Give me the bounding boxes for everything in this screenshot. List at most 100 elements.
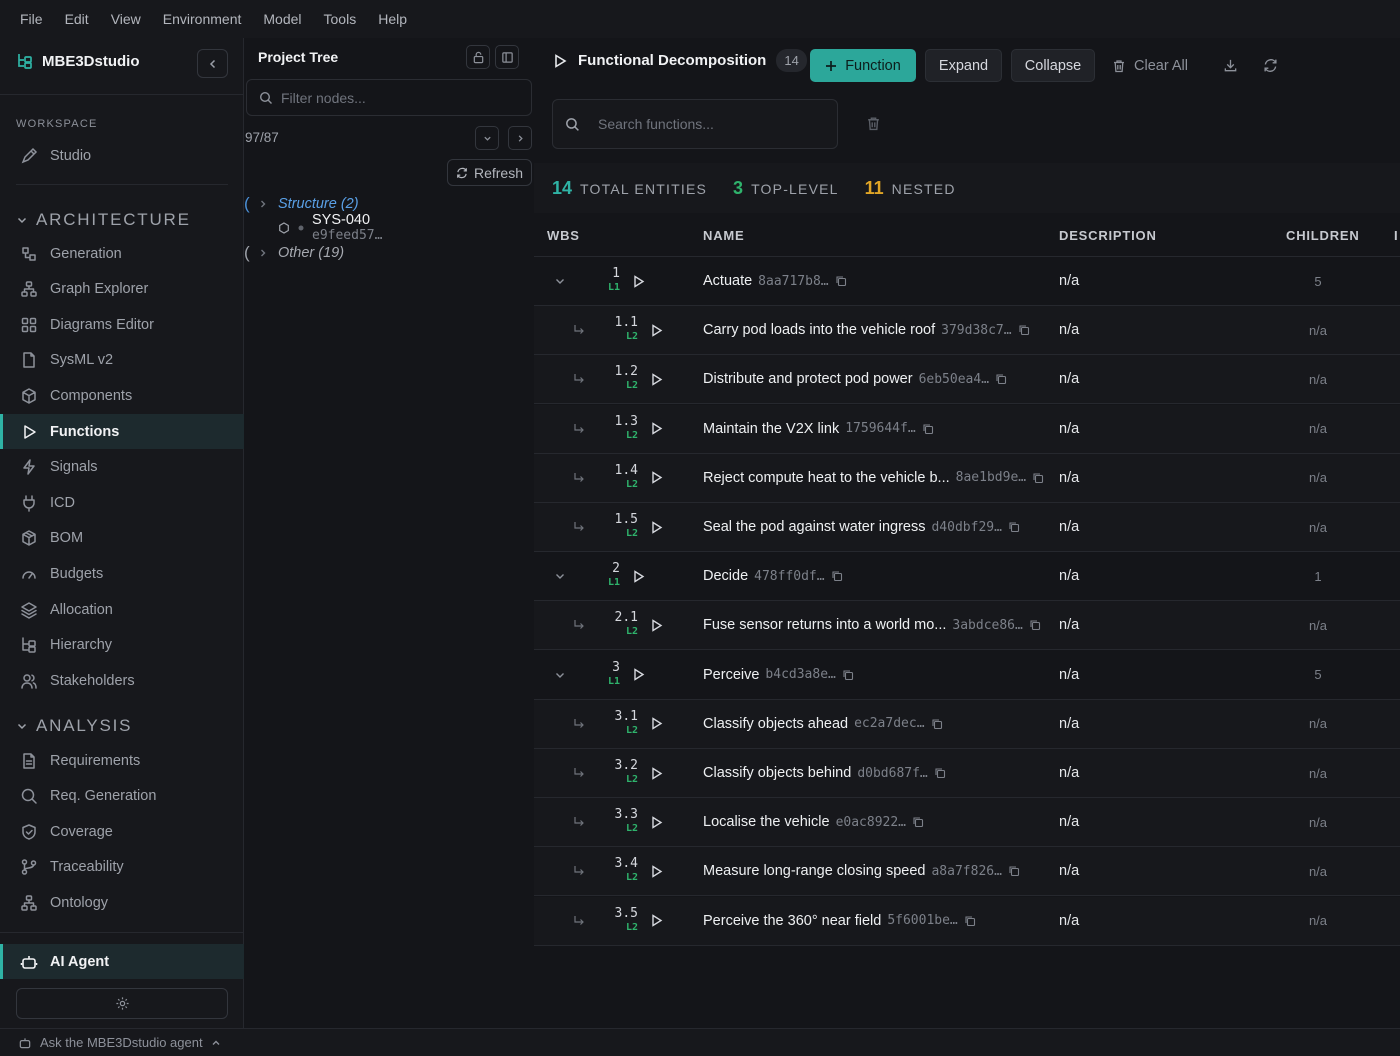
collapse-sidebar-button[interactable] [197,49,228,78]
add-function-button[interactable]: Function [810,49,916,82]
section-analysis[interactable]: ANALYSIS [16,716,132,736]
status-bar[interactable]: Ask the MBE3Dstudio agent [0,1028,1400,1056]
tree-node-sys[interactable]: SYS-040 e9feed57… [278,212,382,244]
copy-icon[interactable] [964,915,976,927]
copy-icon[interactable] [934,767,946,779]
search-field[interactable] [552,99,838,149]
play-icon[interactable] [651,601,663,649]
sidebar-item-ontology[interactable]: Ontology [0,885,244,920]
play-icon[interactable] [633,257,645,305]
table-row[interactable]: 3 L1 Perceive b4cd3a8e… n/a 5 [534,650,1400,700]
column-extra[interactable]: I [1394,228,1398,243]
sidebar-item-stakeholders[interactable]: Stakeholders [0,663,244,698]
copy-icon[interactable] [931,718,943,730]
copy-icon[interactable] [922,423,934,435]
table-row[interactable]: 3.3 L2 Localise the vehicle e0ac8922… n/a n/a [534,798,1400,848]
sidebar-item-sysml-v2[interactable]: SysML v2 [0,343,244,378]
table-row[interactable]: 3.4 L2 Measure long-range closing speed a8a… [534,847,1400,897]
sidebar-item-graph-explorer[interactable]: Graph Explorer [0,272,244,307]
refresh-button[interactable]: Refresh [447,159,532,186]
play-icon[interactable] [651,355,663,403]
panel-toggle-button[interactable] [495,45,519,69]
table-row[interactable]: 3.1 L2 Classify objects ahead ec2a7dec… n/a n… [534,699,1400,749]
table-row[interactable]: 2.1 L2 Fuse sensor returns into a world mo… [534,601,1400,651]
tree-node-structure[interactable]: ( Structure (2) [244,194,359,214]
sidebar-item-req-generation[interactable]: Req. Generation [0,779,244,814]
menu-help[interactable]: Help [378,11,407,27]
brand[interactable]: MBE3Dstudio [16,52,140,70]
sidebar-item-components[interactable]: Components [0,378,244,413]
chevron-down-icon[interactable] [554,552,566,600]
table-row[interactable]: 1.4 L2 Reject compute heat to the vehicle … [534,453,1400,503]
sidebar-item-studio[interactable]: Studio [0,138,244,173]
copy-icon[interactable] [1008,521,1020,533]
sidebar-item-budgets[interactable]: Budgets [0,556,244,591]
name-cell[interactable]: Classify objects ahead ec2a7dec… [703,700,943,748]
play-icon[interactable] [651,405,663,453]
expand-button[interactable]: Expand [925,49,1002,82]
sidebar-item-signals[interactable]: Signals [0,450,244,485]
column-wbs[interactable]: WBS [547,228,580,243]
play-icon[interactable] [633,552,645,600]
menu-edit[interactable]: Edit [65,11,89,27]
section-architecture[interactable]: ARCHITECTURE [16,210,191,230]
copy-icon[interactable] [831,570,843,582]
download-button[interactable] [1218,49,1242,82]
copy-icon[interactable] [1029,619,1041,631]
name-cell[interactable]: Measure long-range closing speed a8a7f826… [703,847,1020,895]
sidebar-item-requirements[interactable]: Requirements [0,743,244,778]
lock-button[interactable] [466,45,490,69]
play-icon[interactable] [651,749,663,797]
filter-input[interactable] [281,89,521,106]
table-row[interactable]: 1.2 L2 Distribute and protect pod power 6eb… [534,355,1400,405]
sidebar-item-traceability[interactable]: Traceability [0,850,244,885]
sidebar-item-ai-agent[interactable]: AI Agent [0,944,244,979]
column-children[interactable]: CHILDREN [1286,228,1360,243]
name-cell[interactable]: Distribute and protect pod power 6eb50ea4… [703,355,1007,403]
table-row[interactable]: 1.5 L2 Seal the pod against water ingress d… [534,503,1400,552]
delete-selected-button[interactable] [866,116,881,131]
copy-icon[interactable] [995,373,1007,385]
play-icon[interactable] [651,847,663,895]
copy-icon[interactable] [1008,865,1020,877]
name-cell[interactable]: Fuse sensor returns into a world mo... 3a… [703,601,1041,649]
sidebar-item-bom[interactable]: BOM [0,521,244,556]
menu-file[interactable]: File [20,11,43,27]
menu-tools[interactable]: Tools [324,11,357,27]
clear-all-button[interactable]: Clear All [1110,49,1190,82]
settings-button[interactable] [16,988,228,1019]
expand-tree-button[interactable] [508,126,532,150]
name-cell[interactable]: Perceive the 360° near field 5f6001be… [703,897,976,945]
play-icon[interactable] [651,503,663,551]
column-name[interactable]: NAME [703,228,744,243]
sidebar-item-diagrams-editor[interactable]: Diagrams Editor [0,307,244,342]
play-icon[interactable] [633,651,645,699]
name-cell[interactable]: Classify objects behind d0bd687f… [703,749,946,797]
column-description[interactable]: DESCRIPTION [1059,228,1157,243]
copy-icon[interactable] [842,669,854,681]
tree-node-other[interactable]: ( Other (19) [244,243,344,263]
play-icon[interactable] [651,897,663,945]
sidebar-item-generation[interactable]: Generation [0,236,244,271]
sidebar-item-icd[interactable]: ICD [0,485,244,520]
table-row[interactable]: 2 L1 Decide 478ff0df… n/a 1 [534,552,1400,602]
name-cell[interactable]: Actuate 8aa717b8… [703,257,847,305]
name-cell[interactable]: Maintain the V2X link 1759644f… [703,405,934,453]
menu-model[interactable]: Model [263,11,301,27]
sidebar-item-functions[interactable]: Functions [0,414,244,449]
menu-view[interactable]: View [111,11,141,27]
search-input[interactable] [598,116,818,132]
collapse-button[interactable]: Collapse [1011,49,1095,82]
menu-environment[interactable]: Environment [163,11,242,27]
chevron-down-icon[interactable] [554,651,566,699]
play-icon[interactable] [651,798,663,846]
play-icon[interactable] [651,454,663,502]
copy-icon[interactable] [835,275,847,287]
play-icon[interactable] [651,700,663,748]
chevron-down-icon[interactable] [554,257,566,305]
table-row[interactable]: 1 L1 Actuate 8aa717b8… n/a 5 [534,257,1400,306]
name-cell[interactable]: Localise the vehicle e0ac8922… [703,798,924,846]
sidebar-item-coverage[interactable]: Coverage [0,814,244,849]
play-icon[interactable] [651,306,663,354]
copy-icon[interactable] [1032,472,1044,484]
